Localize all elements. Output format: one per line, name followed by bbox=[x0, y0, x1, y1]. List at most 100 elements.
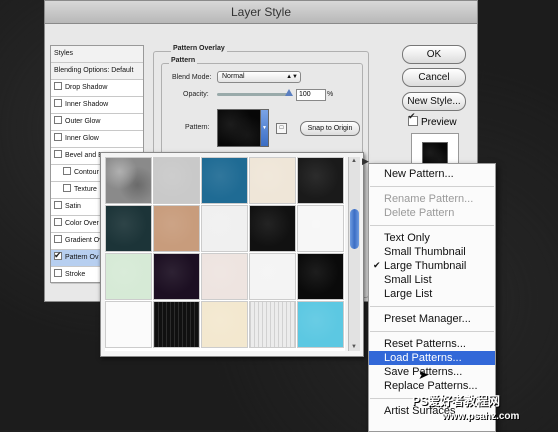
opacity-label: Opacity: bbox=[183, 91, 209, 98]
menu-separator bbox=[370, 306, 494, 307]
pattern-picker: ▲ ▼ bbox=[100, 152, 364, 357]
pattern-tile[interactable] bbox=[297, 253, 344, 300]
effect-checkbox[interactable] bbox=[54, 82, 62, 90]
pattern-tile[interactable] bbox=[201, 157, 248, 204]
effect-checkbox[interactable] bbox=[54, 133, 62, 141]
menu-item[interactable]: Small Thumbnail bbox=[369, 245, 495, 259]
pattern-tile[interactable] bbox=[201, 301, 248, 348]
mouse-cursor-icon: ➤ bbox=[418, 368, 429, 383]
watermark-url: www.psahz.com bbox=[442, 411, 520, 422]
pattern-tile[interactable] bbox=[297, 157, 344, 204]
menu-item-label: Reset Patterns... bbox=[384, 338, 466, 350]
effect-checkbox[interactable] bbox=[54, 250, 62, 264]
watermark-title: PS爱好者教程网 bbox=[412, 394, 501, 408]
pattern-tile[interactable] bbox=[105, 253, 152, 300]
effect-label: Drop Shadow bbox=[65, 84, 108, 91]
blend-mode-select[interactable]: Normal ▲▼ bbox=[217, 71, 301, 83]
scroll-down-icon[interactable]: ▼ bbox=[351, 344, 357, 350]
menu-item[interactable]: Save Patterns... bbox=[369, 365, 495, 379]
opacity-input[interactable]: 100 bbox=[296, 89, 326, 101]
pattern-grid bbox=[105, 157, 345, 351]
menu-item-label: Large List bbox=[384, 288, 433, 300]
preview-checkbox-row[interactable]: Preview bbox=[408, 112, 457, 128]
pattern-tile[interactable] bbox=[249, 157, 296, 204]
effect-checkbox[interactable] bbox=[63, 184, 71, 192]
effect-checkbox[interactable] bbox=[54, 116, 62, 124]
menu-item[interactable]: Load Patterns... bbox=[369, 351, 495, 365]
menu-item[interactable]: Preset Manager... bbox=[369, 312, 495, 326]
snap-to-origin-button[interactable]: Snap to Origin bbox=[300, 121, 360, 136]
effect-item[interactable]: Inner Shadow bbox=[51, 97, 143, 114]
effect-checkbox[interactable] bbox=[63, 167, 71, 175]
pattern-overlay-title: Pattern Overlay bbox=[171, 45, 227, 52]
pattern-tile[interactable] bbox=[297, 301, 344, 348]
effect-item[interactable]: Inner Glow bbox=[51, 131, 143, 148]
effect-checkbox[interactable] bbox=[54, 235, 62, 243]
effect-label: Inner Shadow bbox=[65, 101, 109, 108]
scroll-thumb[interactable] bbox=[350, 209, 359, 249]
pattern-tile[interactable] bbox=[105, 301, 152, 348]
preview-checkbox[interactable] bbox=[408, 112, 418, 126]
pattern-tile[interactable] bbox=[153, 301, 200, 348]
opacity-slider-handle[interactable] bbox=[285, 89, 293, 96]
effect-label: Stroke bbox=[65, 271, 86, 278]
effect-label: Pattern Ov bbox=[65, 254, 99, 261]
pattern-tile[interactable] bbox=[249, 253, 296, 300]
effect-checkbox[interactable] bbox=[54, 218, 62, 226]
effect-item[interactable]: Drop Shadow bbox=[51, 80, 143, 97]
pattern-tile[interactable] bbox=[249, 301, 296, 348]
effect-checkbox[interactable] bbox=[54, 269, 62, 277]
menu-item-label: Replace Patterns... bbox=[384, 380, 478, 392]
pattern-tile[interactable] bbox=[249, 205, 296, 252]
menu-item[interactable]: Large List bbox=[369, 287, 495, 301]
effect-label: Inner Glow bbox=[65, 135, 99, 142]
picker-scrollbar[interactable]: ▲ ▼ bbox=[348, 157, 360, 351]
effect-label: Satin bbox=[65, 203, 81, 210]
blending-options-item[interactable]: Blending Options: Default bbox=[51, 63, 143, 80]
checkmark-icon: ✔ bbox=[373, 261, 381, 271]
effect-checkbox[interactable] bbox=[54, 150, 62, 158]
menu-item-label: Load Patterns... bbox=[384, 352, 462, 364]
new-style-button[interactable]: New Style... bbox=[402, 92, 466, 111]
menu-item: Rename Pattern... bbox=[369, 192, 495, 206]
new-preset-icon[interactable]: □ bbox=[276, 123, 287, 134]
pattern-tile[interactable] bbox=[201, 205, 248, 252]
opacity-unit: % bbox=[327, 91, 334, 98]
effect-label: Texture bbox=[74, 186, 97, 193]
effect-label: Outer Glow bbox=[65, 118, 101, 125]
effect-item[interactable]: Outer Glow bbox=[51, 114, 143, 131]
pattern-dropdown-arrow-icon[interactable]: ▼ bbox=[260, 109, 269, 147]
scroll-up-icon[interactable]: ▲ bbox=[351, 158, 357, 164]
opacity-slider[interactable] bbox=[217, 93, 289, 96]
menu-item-label: Small List bbox=[384, 274, 432, 286]
menu-item[interactable]: ✔ Large Thumbnail bbox=[369, 259, 495, 273]
menu-item-label: Rename Pattern... bbox=[384, 193, 474, 205]
pattern-tile[interactable] bbox=[153, 205, 200, 252]
menu-item[interactable]: Text Only bbox=[369, 231, 495, 245]
pattern-swatch[interactable] bbox=[217, 109, 261, 147]
effect-label: Color Over bbox=[65, 220, 99, 227]
ok-button[interactable]: OK bbox=[402, 45, 466, 64]
menu-item[interactable]: New Pattern... bbox=[369, 167, 495, 181]
pattern-tile[interactable] bbox=[153, 253, 200, 300]
effect-checkbox[interactable] bbox=[54, 201, 62, 209]
menu-item-label: Delete Pattern bbox=[384, 207, 455, 219]
effect-label: Contour bbox=[74, 169, 99, 176]
styles-header[interactable]: Styles bbox=[51, 46, 143, 63]
pattern-label: Pattern: bbox=[185, 124, 210, 131]
menu-item-label: Large Thumbnail bbox=[384, 260, 467, 272]
menu-item-label: New Pattern... bbox=[384, 168, 454, 180]
menu-separator bbox=[370, 186, 494, 187]
pattern-tile[interactable] bbox=[297, 205, 344, 252]
pattern-tile[interactable] bbox=[105, 205, 152, 252]
pattern-tile[interactable] bbox=[201, 253, 248, 300]
menu-separator bbox=[370, 225, 494, 226]
cancel-button[interactable]: Cancel bbox=[402, 68, 466, 87]
blend-mode-value: Normal bbox=[222, 73, 245, 80]
pattern-tile[interactable] bbox=[105, 157, 152, 204]
effect-checkbox[interactable] bbox=[54, 99, 62, 107]
menu-item[interactable]: Replace Patterns... bbox=[369, 379, 495, 393]
menu-item[interactable]: Reset Patterns... bbox=[369, 337, 495, 351]
pattern-tile[interactable] bbox=[153, 157, 200, 204]
menu-item[interactable]: Small List bbox=[369, 273, 495, 287]
